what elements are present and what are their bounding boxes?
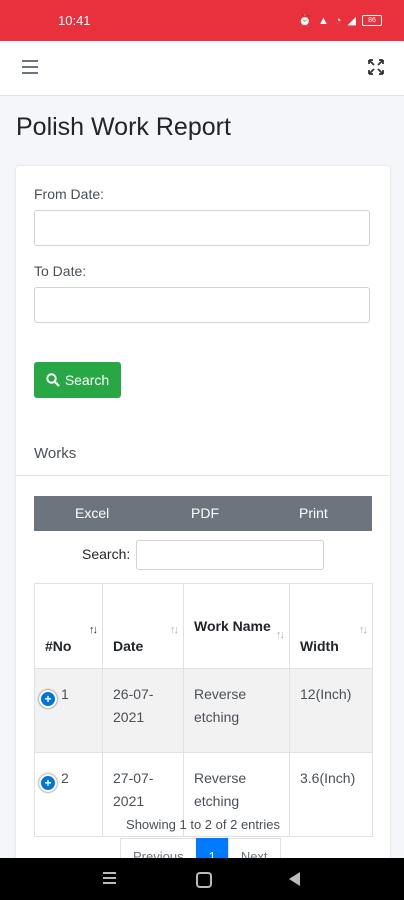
from-date-label: From Date: xyxy=(34,186,105,202)
sort-icon: ↑↓ xyxy=(276,629,285,641)
wifi-icon: ◔ xyxy=(334,14,342,27)
search-button-label: Search xyxy=(64,372,110,388)
status-time: 10:41 xyxy=(58,13,91,28)
status-icons: ⏰ ▲ ◔ ◢ 86 xyxy=(298,14,382,27)
cell-date: 26-07-2021 xyxy=(102,668,184,753)
table-info: Showing 1 to 2 of 2 entries xyxy=(126,817,280,832)
system-nav-bar xyxy=(0,858,404,900)
sort-icon: ↑↓ xyxy=(170,624,179,636)
battery-icon: 86 xyxy=(362,15,382,26)
export-toolbar: Excel PDF Print xyxy=(34,496,372,531)
table-search-label: Search: xyxy=(82,546,131,562)
sort-icon: ↑↓ xyxy=(359,624,368,636)
pdf-button[interactable]: PDF xyxy=(191,505,219,521)
sort-asc-icon: ↑↓ xyxy=(89,624,98,636)
works-table: #No ↑↓ Date ↑↓ Work Name ↑↓ Width ↑↓ + 1… xyxy=(34,583,373,837)
divider xyxy=(16,475,390,476)
print-button[interactable]: Print xyxy=(299,505,328,521)
recent-apps-icon[interactable] xyxy=(103,872,116,887)
cell-width: 12(Inch) xyxy=(289,668,373,753)
search-button[interactable]: Search xyxy=(34,362,121,398)
cell-work-name: Reverse etching xyxy=(183,668,290,753)
works-title: Works xyxy=(34,445,77,462)
to-date-input[interactable] xyxy=(34,287,370,323)
table-header-row: #No ↑↓ Date ↑↓ Work Name ↑↓ Width ↑↓ xyxy=(34,583,373,669)
table-row[interactable]: +1 26-07-2021 Reverse etching 12(Inch) xyxy=(34,668,373,753)
expand-row-icon[interactable]: + xyxy=(39,690,57,709)
signal-icon: ▲ xyxy=(317,14,329,27)
search-icon xyxy=(46,373,60,387)
back-icon[interactable] xyxy=(289,872,300,886)
expand-row-icon[interactable]: + xyxy=(39,774,57,793)
column-header-width[interactable]: Width ↑↓ xyxy=(289,583,373,669)
home-icon[interactable] xyxy=(196,872,212,888)
column-header-work-name[interactable]: Work Name ↑↓ xyxy=(183,583,290,669)
column-header-date[interactable]: Date ↑↓ xyxy=(102,583,184,669)
column-header-no[interactable]: #No ↑↓ xyxy=(34,583,103,669)
table-search-input[interactable] xyxy=(136,540,324,570)
top-navbar xyxy=(0,41,404,96)
to-date-label: To Date: xyxy=(34,263,87,279)
report-card: From Date: To Date: Search Works Excel P… xyxy=(16,166,390,886)
alarm-icon: ⏰ xyxy=(298,15,312,27)
menu-icon[interactable] xyxy=(22,60,38,78)
fullscreen-icon[interactable] xyxy=(368,59,384,75)
cell-no: +1 xyxy=(34,668,103,753)
page-title: Polish Work Report xyxy=(16,113,231,141)
status-bar: 10:41 ⏰ ▲ ◔ ◢ 86 xyxy=(0,0,404,41)
from-date-input[interactable] xyxy=(34,210,370,246)
excel-button[interactable]: Excel xyxy=(75,505,109,521)
cell-signal-icon: ◢ xyxy=(347,15,356,27)
